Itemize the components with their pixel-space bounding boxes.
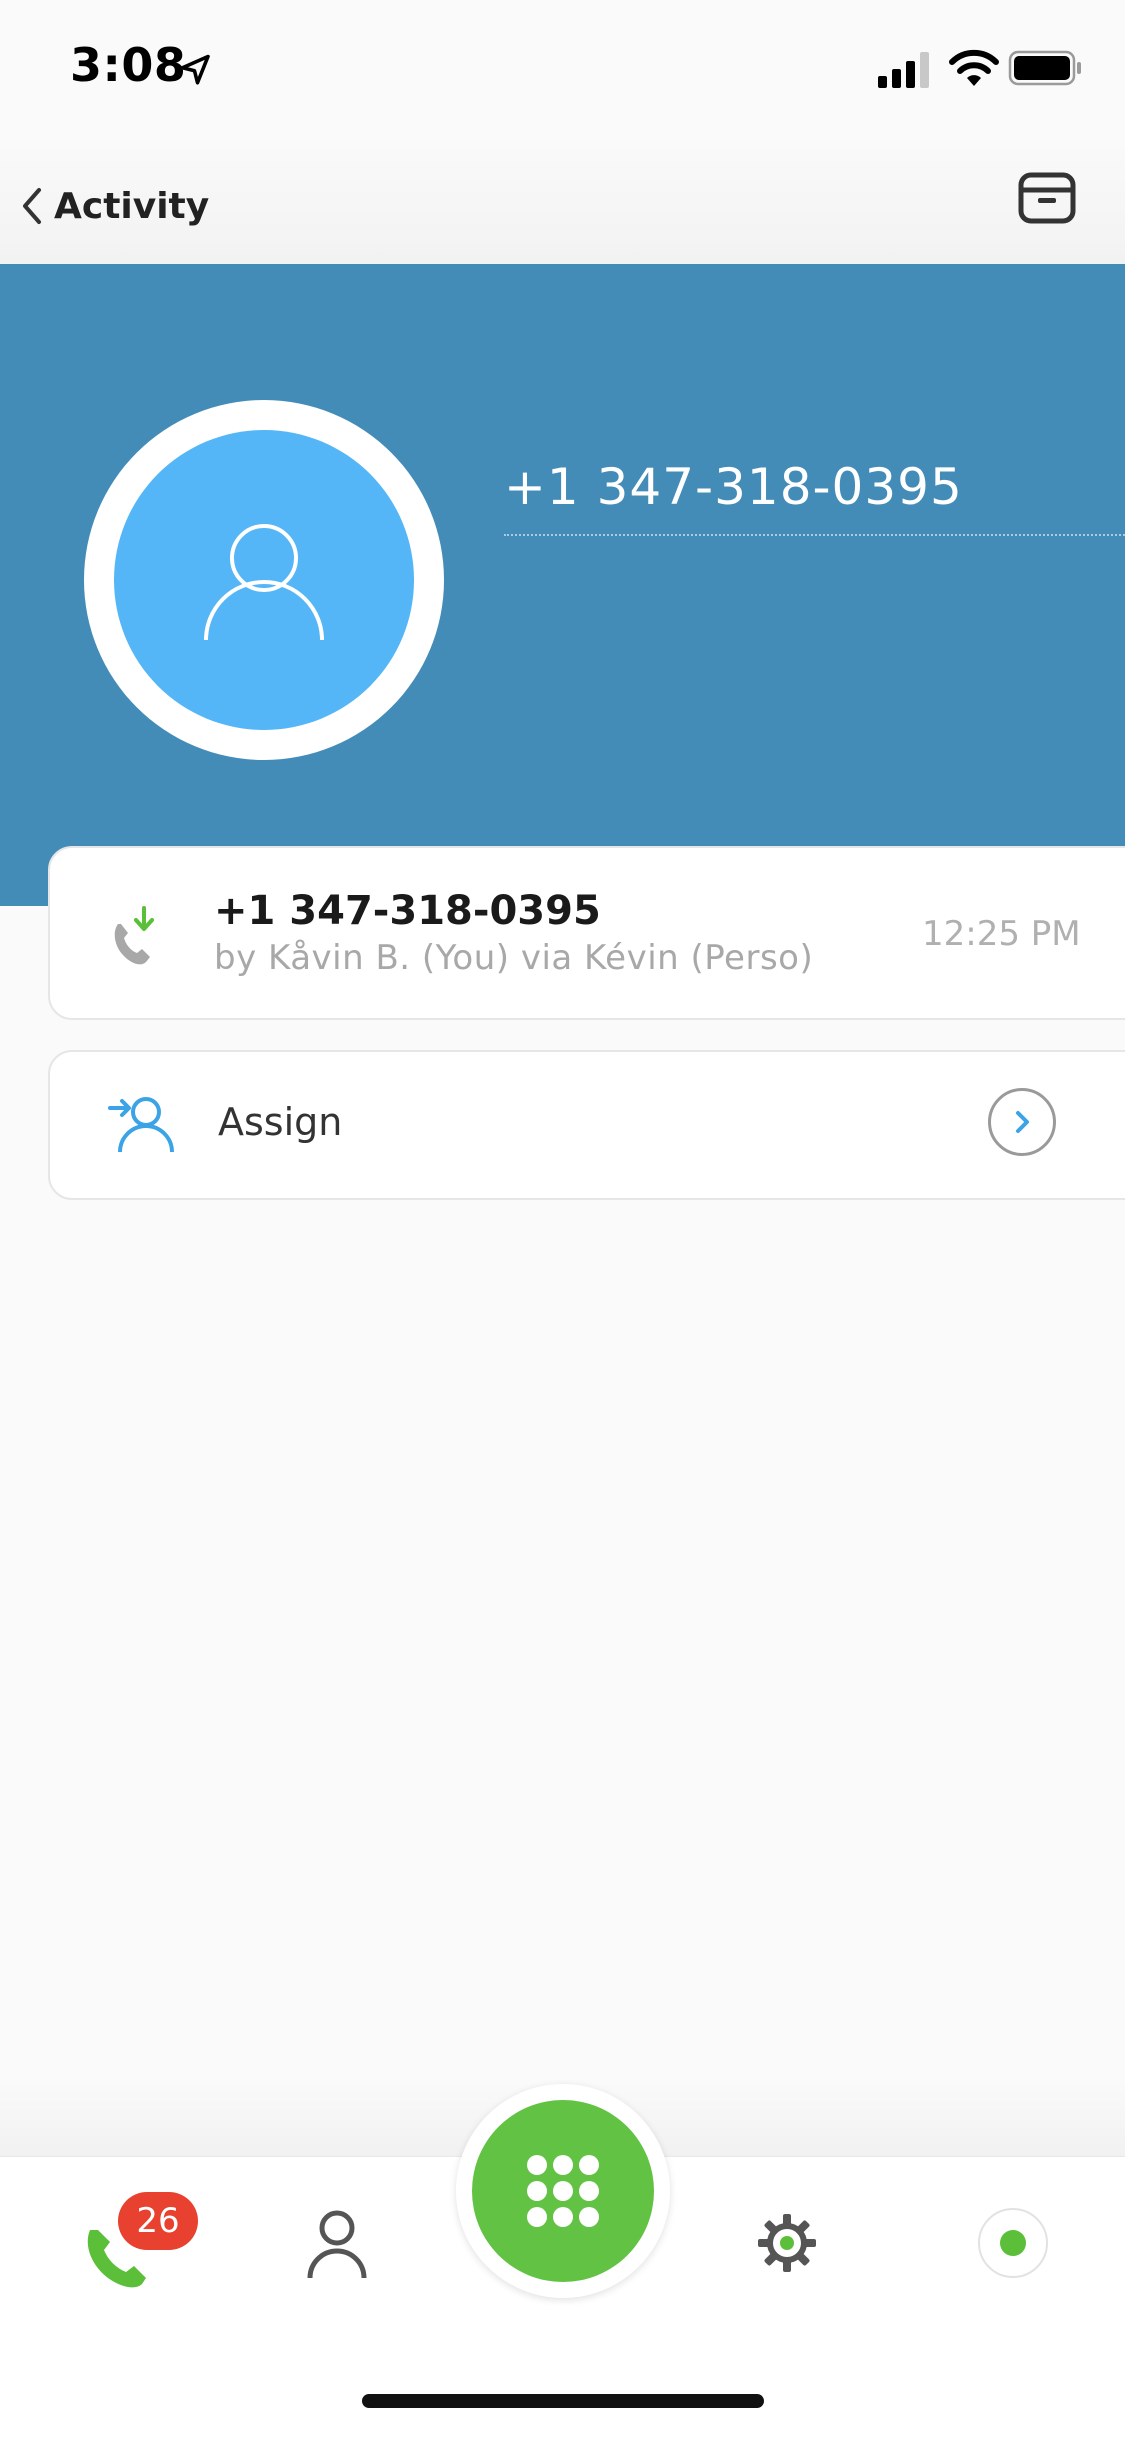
call-time: 12:25 PM: [922, 914, 1081, 954]
call-number: +1 347-318-0395: [214, 888, 601, 934]
gear-icon[interactable]: [756, 2212, 818, 2274]
assign-card[interactable]: [48, 1050, 1125, 1200]
assign-label: Assign: [218, 1100, 343, 1144]
call-subtitle: by Kåvin B. (You) via Kévin (Perso): [214, 938, 814, 978]
person-icon: [204, 524, 324, 641]
status-time: 3:08: [70, 38, 187, 92]
calls-badge: 26: [118, 2192, 198, 2250]
location-arrow-icon: [180, 54, 210, 85]
assign-user-icon: [108, 1097, 174, 1153]
dialpad-icon: [527, 2155, 599, 2227]
chevron-right-icon: [1016, 1111, 1029, 1133]
wifi-icon: [949, 49, 999, 86]
assign-chevron-button[interactable]: [988, 1088, 1056, 1156]
contact-number-underline: [504, 534, 1125, 536]
incoming-call-icon: [114, 906, 154, 965]
contacts-icon[interactable]: [302, 2206, 372, 2282]
back-label: Activity: [54, 185, 210, 227]
contact-number[interactable]: +1 347-318-0395: [504, 458, 963, 516]
signal-icon: [878, 52, 929, 88]
home-indicator: [362, 2394, 764, 2408]
back-button[interactable]: Activity: [20, 178, 209, 234]
battery-icon: [1008, 50, 1081, 86]
status-dot-icon: [1000, 2230, 1026, 2256]
archive-icon[interactable]: [1018, 172, 1076, 224]
chevron-left-icon: [23, 188, 41, 224]
